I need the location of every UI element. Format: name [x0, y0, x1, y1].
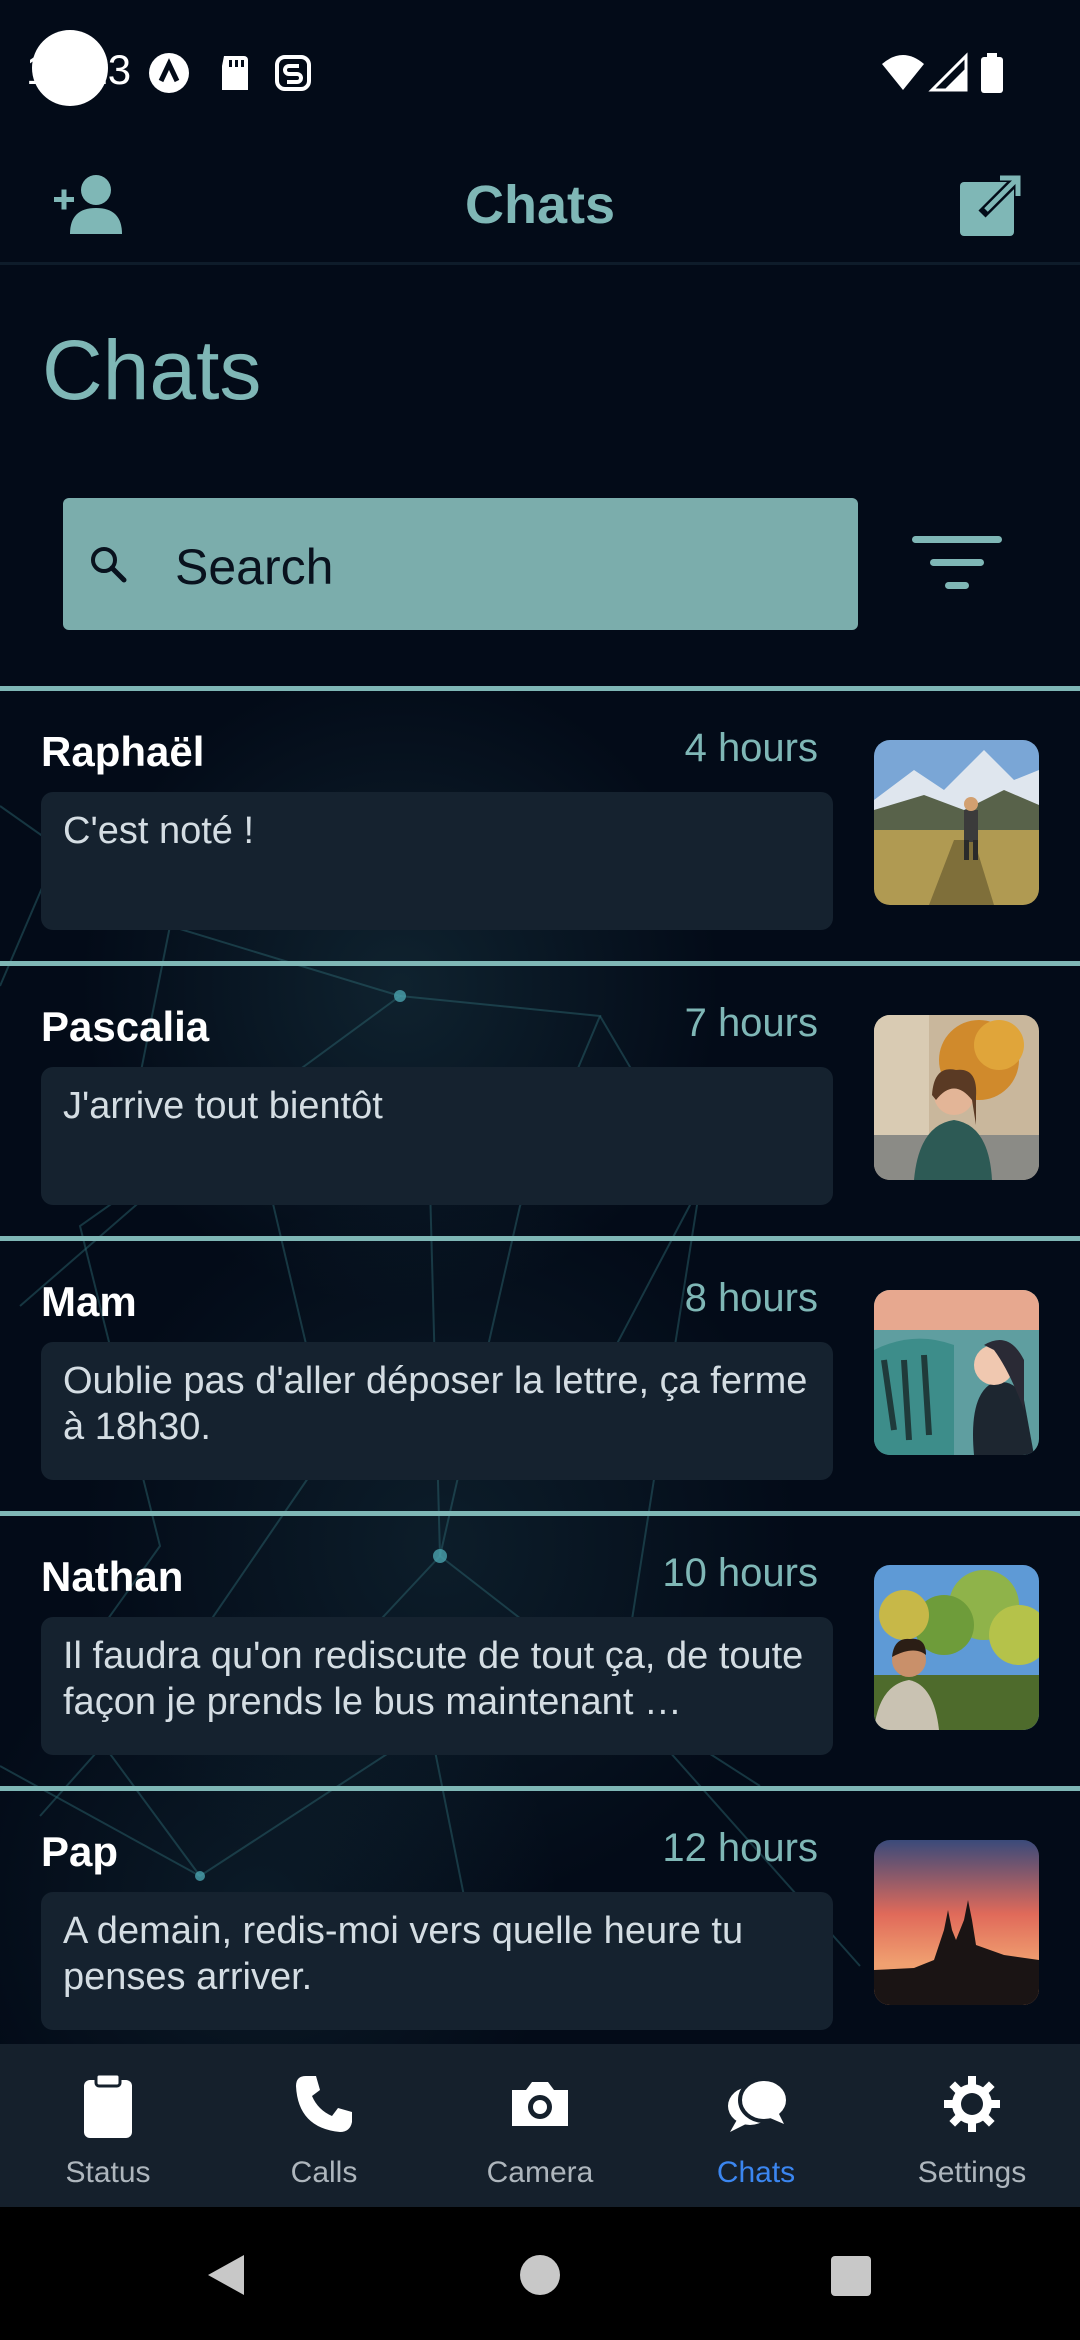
- nav-label: Settings: [917, 2156, 1027, 2189]
- last-message: C'est noté !: [41, 792, 833, 930]
- avatar[interactable]: [874, 1840, 1039, 2005]
- page-title: Chats: [42, 323, 262, 417]
- chat-row[interactable]: Mam 8 hours Oublie pas d'aller déposer l…: [0, 1236, 1080, 1511]
- row-separator: [0, 1511, 1080, 1516]
- chat-row[interactable]: Pascalia 7 hours J'arrive tout bientôt: [0, 961, 1080, 1236]
- nav-label: Chats: [716, 2156, 796, 2189]
- avatar[interactable]: [874, 1290, 1039, 1455]
- message-time: 8 hours: [684, 1276, 818, 1320]
- row-separator: [0, 686, 1080, 691]
- last-message: Il faudra qu'on rediscute de tout ça, de…: [41, 1617, 833, 1755]
- contact-name: Pascalia: [41, 1003, 210, 1050]
- app-bar-title: Chats: [464, 175, 616, 235]
- clipboard-icon: [84, 2072, 132, 2138]
- chat-row[interactable]: Pap 12 hours A demain, redis-moi vers qu…: [0, 1786, 1080, 2044]
- bottom-navigation: Status Calls Camera Chats Settings: [0, 2044, 1080, 2207]
- nav-calls[interactable]: Calls: [216, 2044, 432, 2207]
- avatar[interactable]: [874, 1015, 1039, 1180]
- phone-icon: [296, 2076, 352, 2132]
- app-bar: Chats: [0, 150, 1080, 262]
- system-navigation-bar: [0, 2207, 1080, 2340]
- sd-card-icon: [222, 56, 248, 90]
- nav-chats[interactable]: Chats: [648, 2044, 864, 2207]
- last-message: Oublie pas d'aller déposer la lettre, ça…: [41, 1342, 833, 1480]
- home-icon[interactable]: [518, 2253, 562, 2297]
- nav-settings[interactable]: Settings: [864, 2044, 1080, 2207]
- filter-icon[interactable]: [910, 534, 1004, 592]
- nav-label: Calls: [290, 2156, 358, 2189]
- message-time: 10 hours: [662, 1551, 818, 1595]
- chat-list[interactable]: Raphaël 4 hours C'est noté ! Pascalia 7 …: [0, 686, 1080, 2044]
- nav-camera[interactable]: Camera: [432, 2044, 648, 2207]
- row-separator: [0, 1786, 1080, 1791]
- message-time: 4 hours: [684, 726, 818, 770]
- contact-name: Mam: [41, 1278, 137, 1325]
- contact-name: Nathan: [41, 1553, 184, 1600]
- chat-row[interactable]: Nathan 10 hours Il faudra qu'on rediscut…: [0, 1511, 1080, 1786]
- chat-bubbles-icon: [728, 2077, 790, 2132]
- compose-icon[interactable]: [956, 172, 1024, 240]
- avatar[interactable]: [874, 1565, 1039, 1730]
- status-bar: 13:13: [0, 0, 1080, 150]
- last-message: A demain, redis-moi vers quelle heure tu…: [41, 1892, 833, 2030]
- back-icon[interactable]: [204, 2253, 248, 2297]
- app-bar-divider: [0, 262, 1080, 265]
- row-separator: [0, 1236, 1080, 1241]
- camera-cutout: [32, 30, 108, 106]
- signal-icon: [928, 52, 968, 92]
- contact-name: Raphaël: [41, 728, 205, 775]
- wifi-icon: [882, 55, 924, 90]
- message-time: 7 hours: [684, 1001, 818, 1045]
- last-message: J'arrive tout bientôt: [41, 1067, 833, 1205]
- recents-icon[interactable]: [830, 2255, 872, 2297]
- nav-label: Camera: [486, 2156, 594, 2189]
- s-icon: [275, 55, 311, 91]
- contact-name: Pap: [41, 1828, 119, 1875]
- row-separator: [0, 961, 1080, 966]
- nav-status[interactable]: Status: [0, 2044, 216, 2207]
- avatar[interactable]: [874, 740, 1039, 905]
- a-icon: [149, 53, 189, 93]
- camera-icon: [512, 2082, 568, 2126]
- message-time: 12 hours: [662, 1826, 818, 1870]
- battery-icon: [981, 53, 1003, 93]
- nav-label: Status: [65, 2156, 151, 2189]
- gear-icon: [944, 2076, 1000, 2132]
- chat-row[interactable]: Raphaël 4 hours C'est noté !: [0, 686, 1080, 961]
- search-icon: [91, 547, 127, 583]
- search-placeholder: Search: [175, 539, 334, 595]
